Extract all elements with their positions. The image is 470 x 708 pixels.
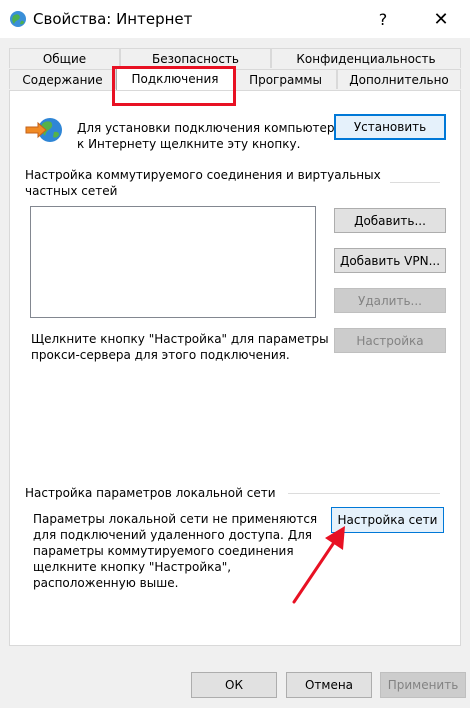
lan-text-line: для подключений удаленного доступа. Для (33, 528, 312, 542)
help-button[interactable]: ? (360, 0, 406, 38)
window-title: Свойства: Интернет (33, 10, 193, 28)
install-button[interactable]: Установить (334, 114, 446, 140)
settings-button[interactable]: Настройка (334, 328, 446, 353)
apply-button[interactable]: Применить (380, 672, 466, 698)
tab-programs[interactable]: Программы (234, 69, 337, 89)
lan-heading: Настройка параметров локальной сети (25, 486, 276, 500)
lan-text-line: параметры коммутируемого соединения (33, 544, 294, 558)
dialup-heading-line1: Настройка коммутируемого соединения и ви… (25, 168, 381, 182)
add-vpn-button[interactable]: Добавить VPN... (334, 248, 446, 273)
add-button[interactable]: Добавить... (334, 208, 446, 233)
lan-text-line: щелкните кнопку "Настройка", (33, 560, 232, 574)
proxy-text-line1: Щелкните кнопку "Настройка" для параметр… (31, 332, 329, 346)
group-divider (288, 493, 440, 494)
tab-general[interactable]: Общие (9, 48, 120, 68)
proxy-text-line2: прокси-сервера для этого подключения. (31, 348, 290, 362)
tab-privacy[interactable]: Конфиденциальность (271, 48, 461, 68)
setup-text-line1: Для установки подключения компьютера (77, 121, 342, 135)
annotation-highlight-box (112, 66, 236, 106)
close-button[interactable]: ✕ (418, 0, 464, 38)
globe-arrow-icon (24, 114, 64, 146)
tab-security[interactable]: Безопасность (120, 48, 271, 68)
ok-button[interactable]: ОК (191, 672, 277, 698)
dialup-heading-line2: частных сетей (25, 184, 118, 198)
setup-text-line2: к Интернету щелкните эту кнопку. (77, 137, 301, 151)
globe-icon (9, 10, 27, 28)
tab-content[interactable]: Содержание (9, 69, 116, 89)
cancel-button[interactable]: Отмена (286, 672, 372, 698)
group-divider (390, 182, 440, 183)
tab-advanced[interactable]: Дополнительно (337, 69, 461, 89)
lan-text-line: Параметры локальной сети не применяются (33, 512, 318, 526)
annotation-arrow (292, 526, 345, 604)
remove-button[interactable]: Удалить... (334, 288, 446, 313)
lan-text-line: расположенную выше. (33, 576, 179, 590)
connections-list[interactable] (30, 206, 316, 318)
